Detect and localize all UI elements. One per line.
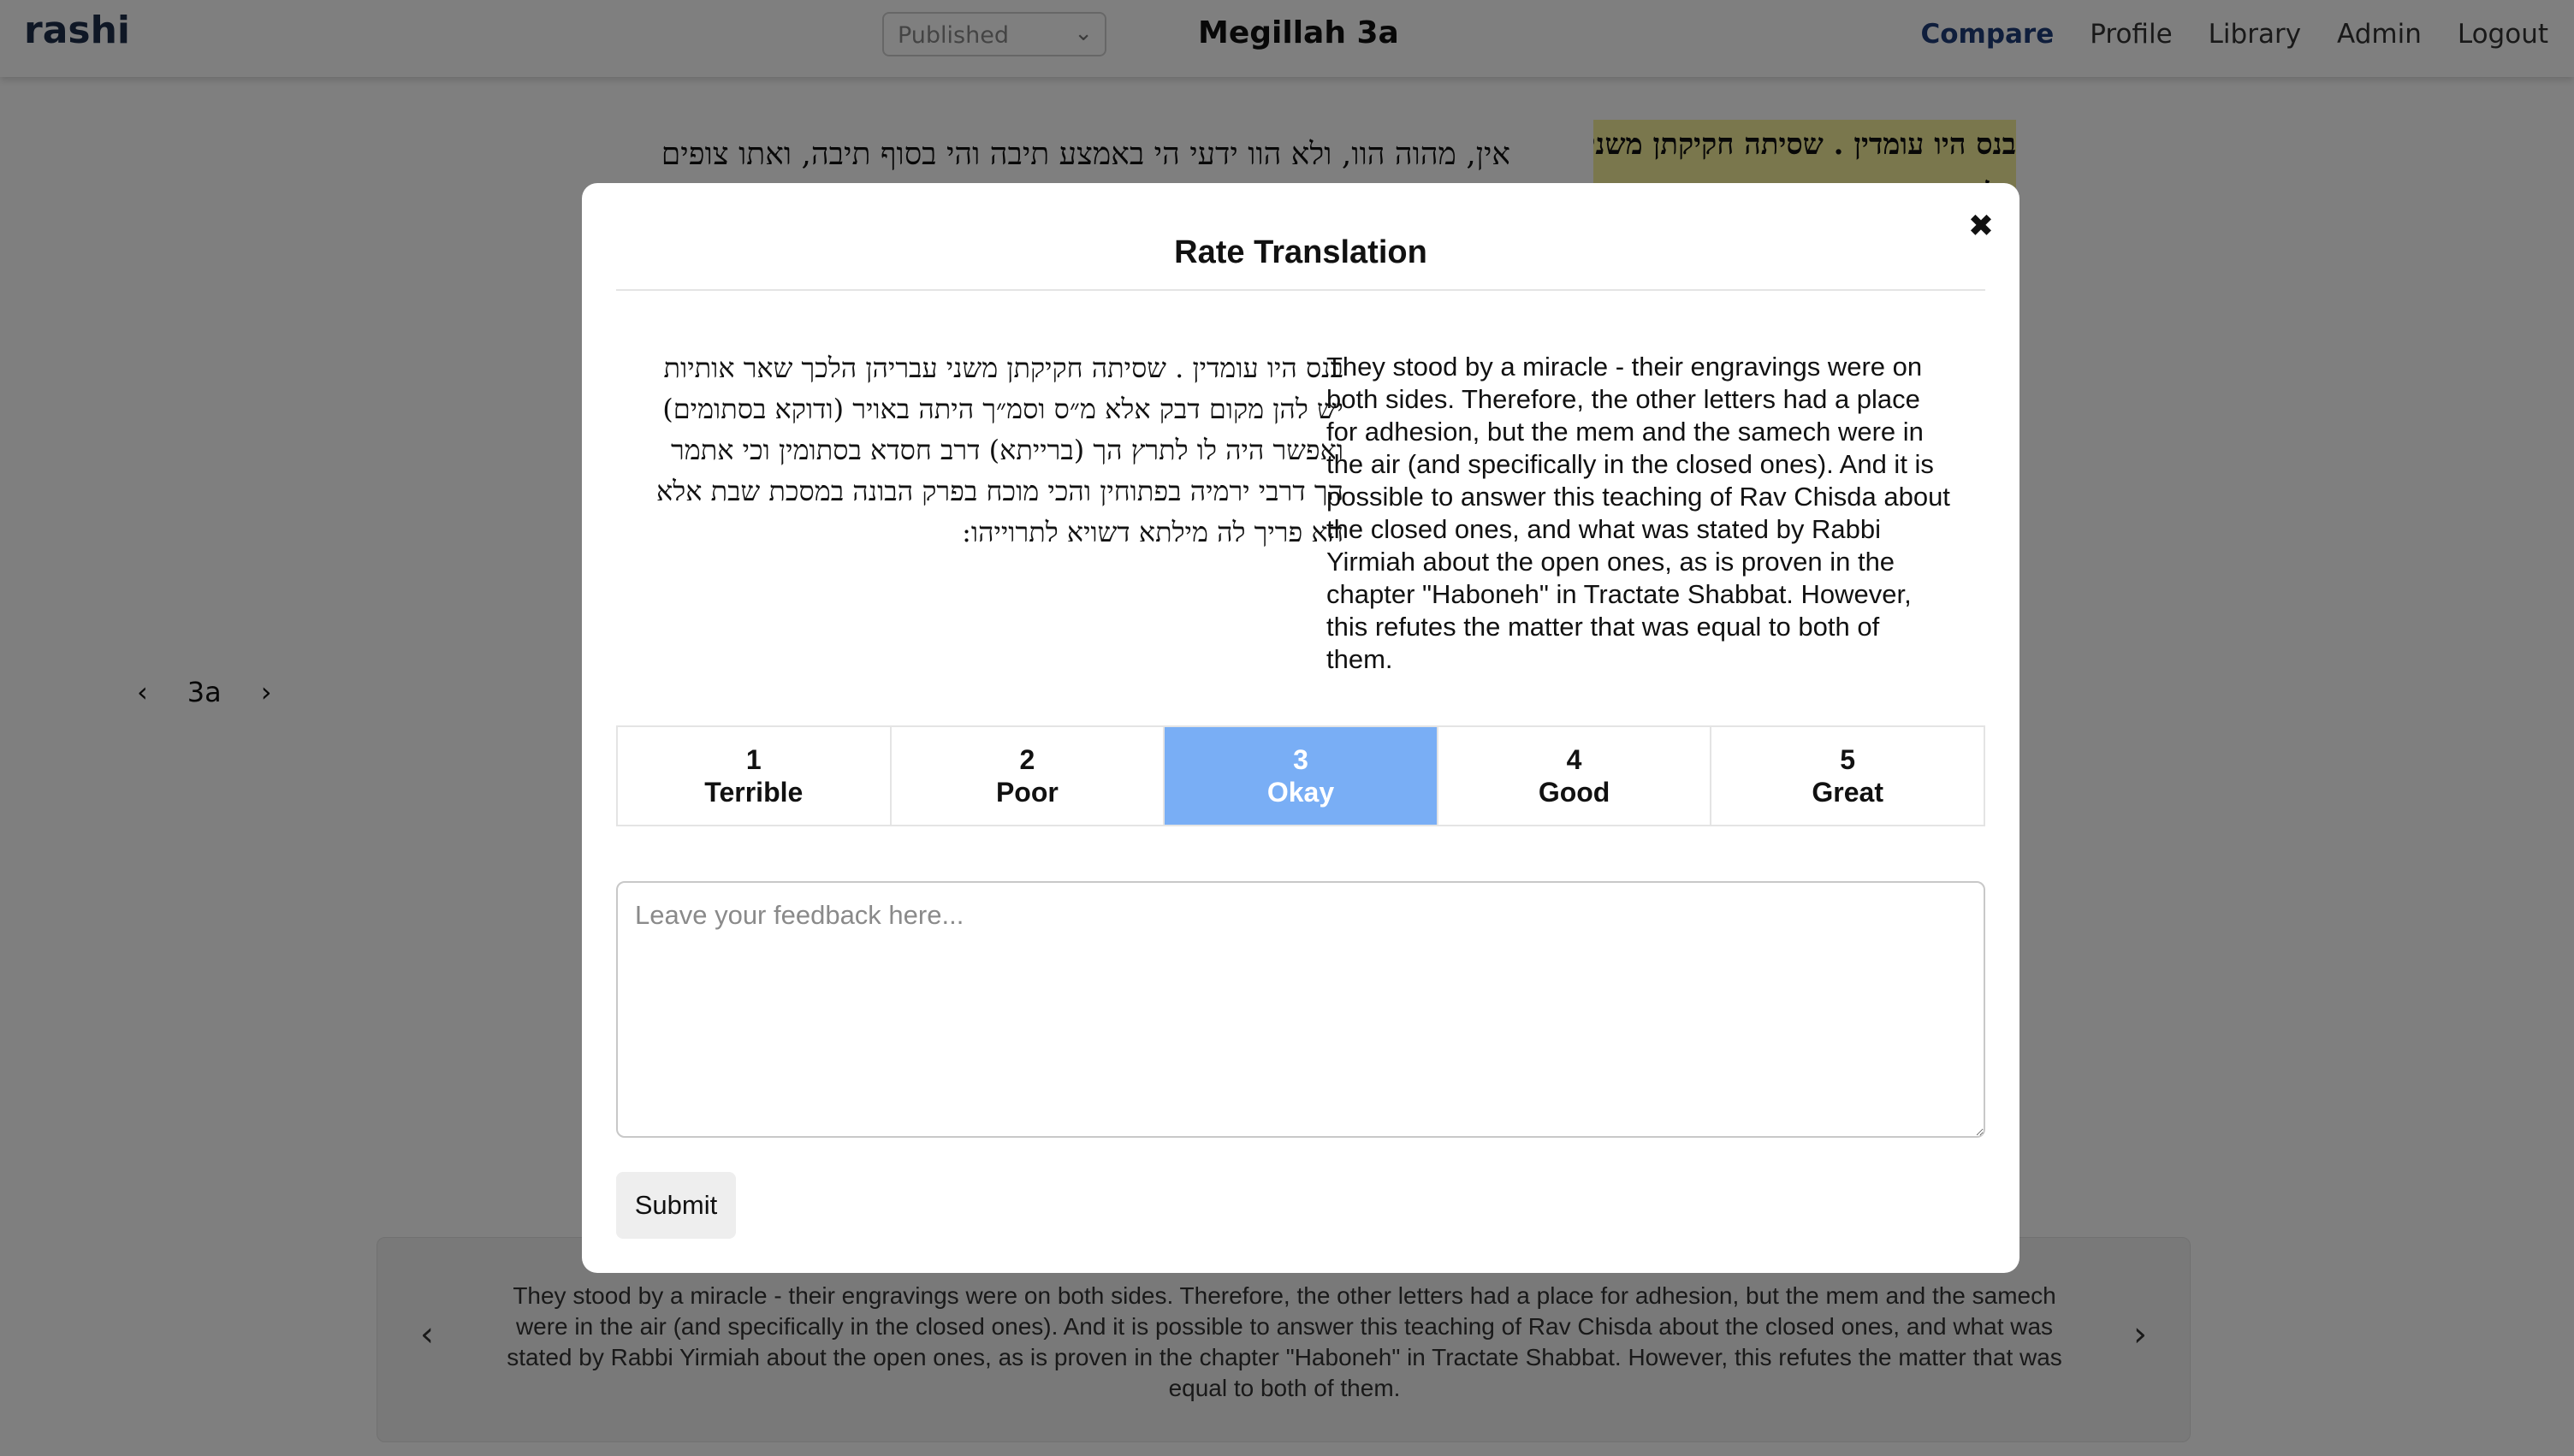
rating-option-1[interactable]: 1 Terrible	[618, 727, 892, 825]
rating-value: 1	[745, 744, 762, 775]
feedback-textarea[interactable]	[616, 881, 1985, 1138]
rating-option-3[interactable]: 3 Okay	[1165, 727, 1438, 825]
rating-value: 3	[1293, 744, 1308, 775]
rating-value: 2	[1019, 744, 1035, 775]
rating-option-5[interactable]: 5 Great	[1711, 727, 1984, 825]
rate-translation-modal: ✖ Rate Translation בנס היו עומדין . שסית…	[582, 183, 2019, 1273]
rating-label: Good	[1538, 777, 1610, 808]
rating-option-2[interactable]: 2 Poor	[891, 727, 1165, 825]
rating-option-4[interactable]: 4 Good	[1438, 727, 1712, 825]
rashi-source-text: בנס היו עומדין . שסיתה חקיקתן משני עבריה…	[656, 352, 1343, 548]
rating-label: Okay	[1266, 777, 1335, 808]
submit-button[interactable]: Submit	[616, 1172, 736, 1239]
rating-value: 4	[1566, 744, 1582, 775]
modal-title: Rate Translation	[1174, 234, 1427, 270]
rating-value: 5	[1840, 744, 1856, 775]
rating-scale: 1 Terrible 2 Poor 3 Okay 4 Good 5 Great	[616, 725, 1985, 826]
rating-label: Poor	[995, 777, 1059, 808]
divider	[616, 289, 1985, 291]
rating-label: Great	[1812, 777, 1883, 808]
rating-label: Terrible	[704, 777, 804, 808]
english-translation: They stood by a miracle - their engravin…	[1326, 352, 1950, 674]
